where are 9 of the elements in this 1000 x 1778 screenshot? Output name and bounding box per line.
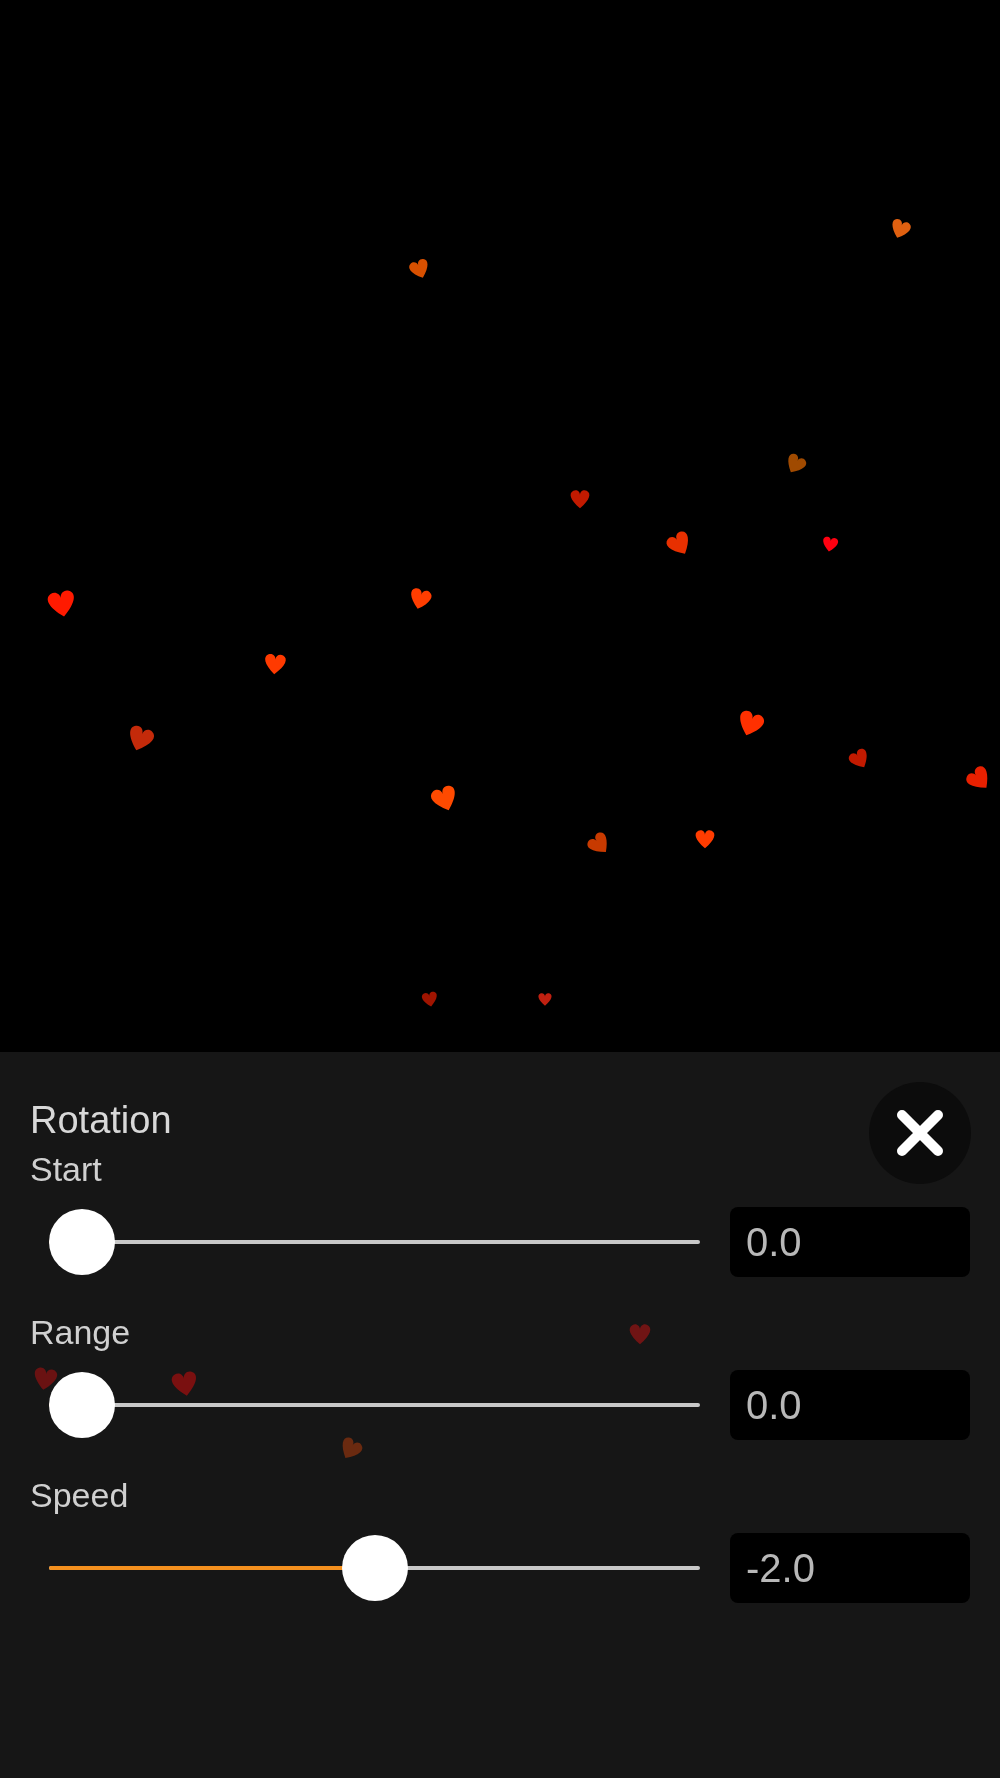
close-icon (895, 1108, 945, 1158)
slider-track[interactable] (49, 1566, 700, 1570)
slider-label: Range (30, 1312, 132, 1352)
panel-title: Rotation (30, 1098, 172, 1143)
slider-label: Speed (30, 1475, 130, 1515)
value-field[interactable]: 0.0 (730, 1207, 970, 1277)
value-field[interactable]: 0.0 (730, 1370, 970, 1440)
slider-label: Start (30, 1149, 103, 1189)
value-field[interactable]: -2.0 (730, 1533, 970, 1603)
